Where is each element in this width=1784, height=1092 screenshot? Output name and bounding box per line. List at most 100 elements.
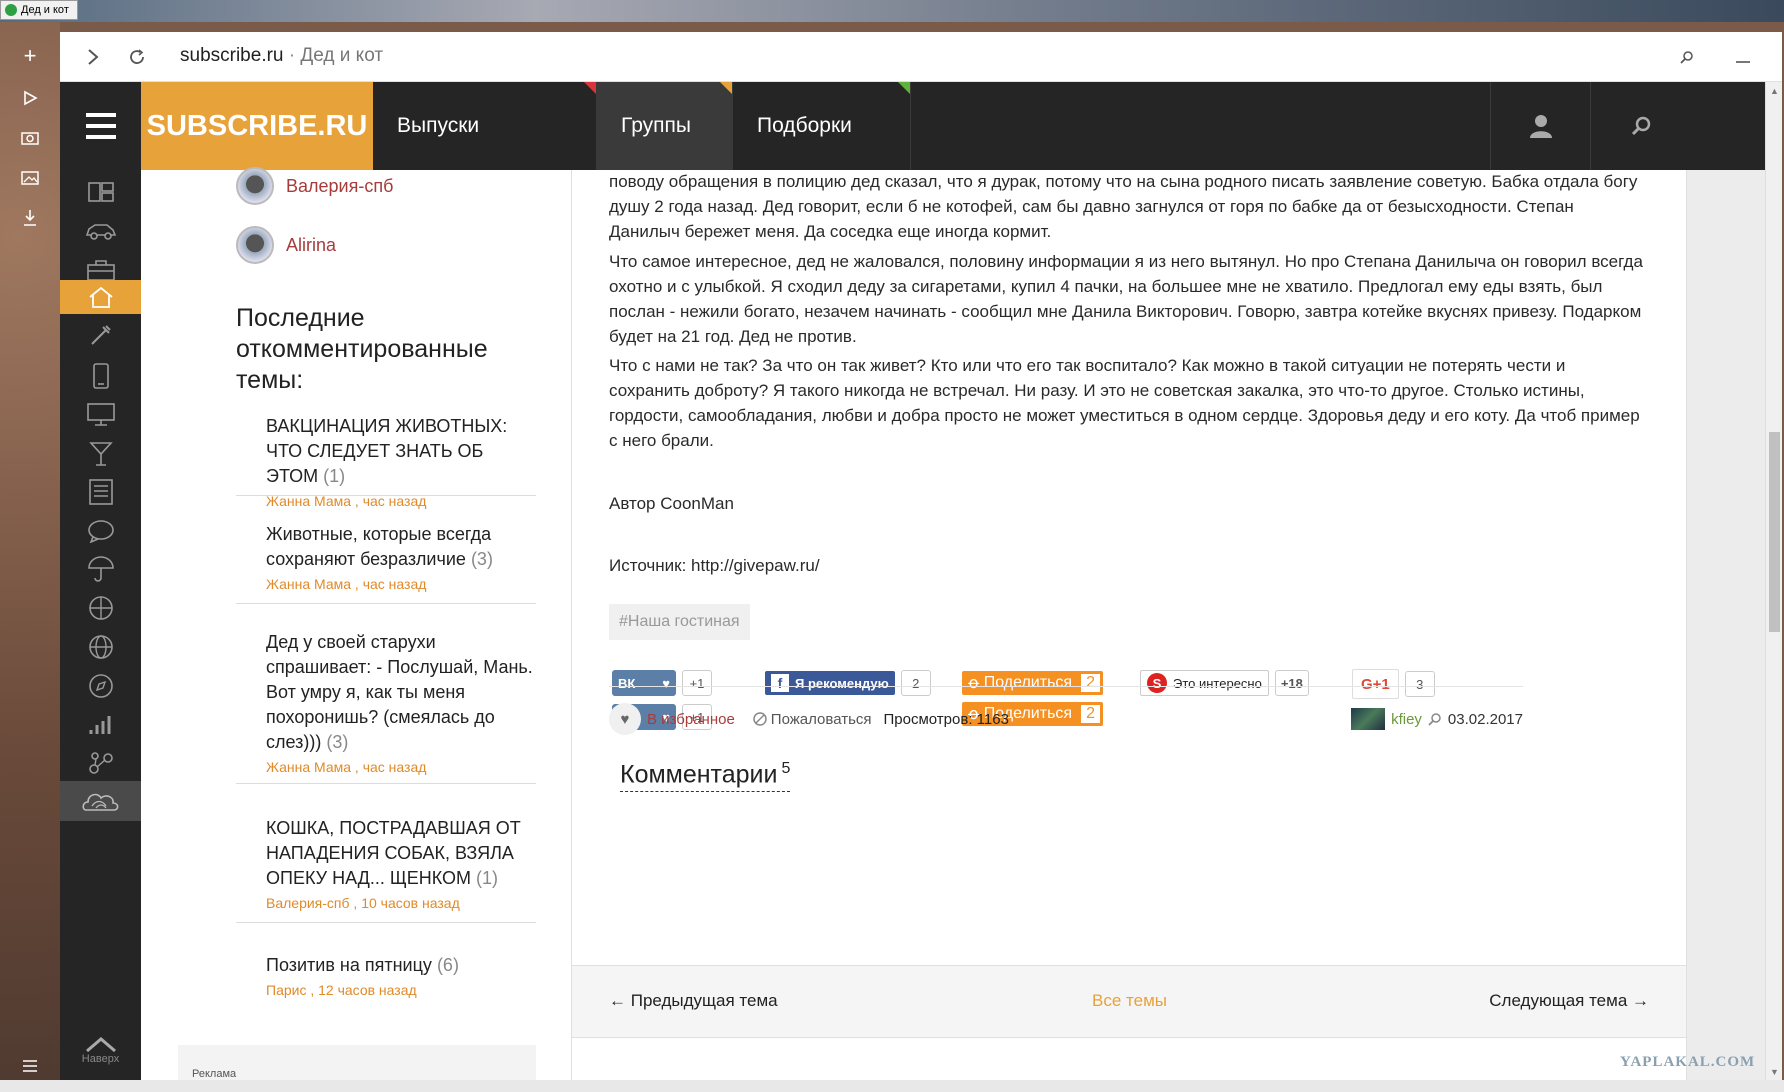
category-molecule-icon[interactable] <box>60 743 141 783</box>
menu-item-label: Выпуски <box>397 114 480 137</box>
zoom-icon[interactable] <box>1672 42 1702 72</box>
ok-share-button[interactable]: ꝋ Поделиться 2 <box>962 671 1103 695</box>
category-cocktail-icon[interactable] <box>60 434 141 474</box>
topic-title[interactable]: Животные, которые всегда сохраняют безра… <box>266 524 491 569</box>
topic-meta[interactable]: Жанна Мама , час назад <box>236 493 536 509</box>
scrollbar-thumb[interactable] <box>1769 432 1780 632</box>
category-home-icon[interactable] <box>60 280 141 314</box>
topic-meta[interactable]: Жанна Мама , час назад <box>236 759 536 775</box>
vk-like-count: +1 <box>682 670 712 696</box>
surfingbird-widget[interactable]: S Это интересно +18 <box>1140 670 1309 696</box>
odnoklassniki-icon: ꝋ <box>968 675 980 692</box>
browser-toolbar: subscribe.ru · Дед и кот <box>60 32 1782 82</box>
topic-title[interactable]: Позитив на пятницу <box>266 955 432 975</box>
category-compass-icon[interactable] <box>60 666 141 706</box>
scroll-up-icon[interactable]: ▲ <box>1769 85 1780 96</box>
category-cloud-icon[interactable] <box>60 781 141 821</box>
topic-navigation: ← Предыдущая тема Все темы Следующая тем… <box>572 965 1686 1038</box>
category-news-icon[interactable] <box>60 472 141 512</box>
topic-comment-count: (1) <box>476 868 499 888</box>
site-logo-text: SUBSCRIBE.RU <box>146 109 368 142</box>
menu-item-vypuski[interactable]: Выпуски <box>373 82 597 170</box>
article-source[interactable]: Источник: http://givepaw.ru/ <box>609 553 1649 578</box>
topic-comment-count: (1) <box>323 466 346 486</box>
category-umbrella-icon[interactable] <box>60 549 141 589</box>
minimize-icon[interactable] <box>1728 42 1758 72</box>
facebook-recommend-widget[interactable]: f Я рекомендую 2 <box>765 670 931 696</box>
article-paragraph: Что самое интересное, дед не жаловался, … <box>609 252 1643 346</box>
vk-like-button[interactable]: ВК ♥ <box>612 670 676 696</box>
menu-icon[interactable] <box>14 1050 46 1082</box>
category-mobile-icon[interactable] <box>60 356 141 396</box>
heart-icon[interactable]: ♥ <box>609 703 641 735</box>
topic-item[interactable]: ВАКЦИНАЦИЯ ЖИВОТНЫХ: ЧТО СЛЕДУЕТ ЗНАТЬ О… <box>236 414 536 509</box>
user-icon[interactable] <box>1490 82 1590 170</box>
forward-icon[interactable] <box>78 42 108 72</box>
category-auto-icon[interactable] <box>60 211 141 251</box>
vertical-scrollbar[interactable]: ▲ ▼ <box>1765 82 1782 1080</box>
next-topic-link[interactable]: Следующая тема → <box>1489 991 1649 1011</box>
to-top-button[interactable]: Наверх <box>60 1022 141 1080</box>
ok-share-count: 2 <box>1080 673 1101 693</box>
section-title: Последние откомментированные темы: <box>236 304 488 394</box>
camera-icon[interactable] <box>14 122 46 154</box>
vk-logo: ВК <box>618 675 636 691</box>
article-actions: ♥ В избранное Пожаловаться Просмотров: 1… <box>609 701 1523 737</box>
topic-meta[interactable]: Жанна Мама , час назад <box>236 576 536 592</box>
ad-label: Реклама <box>192 1068 237 1080</box>
scroll-down-icon[interactable]: ▼ <box>1769 1066 1780 1077</box>
topic-meta[interactable]: Валерия-спб , 10 часов назад <box>236 895 536 911</box>
menu-item-podborki[interactable]: Подборки <box>733 82 911 170</box>
vk-like-widget[interactable]: ВК ♥ +1 <box>612 670 712 696</box>
prev-topic-link[interactable]: ← Предыдущая тема <box>609 991 778 1011</box>
topic-item[interactable]: КОШКА, ПОСТРАДАВШАЯ ОТ НАПАДЕНИЯ СОБАК, … <box>236 816 536 923</box>
author-avatar[interactable] <box>1351 708 1386 730</box>
category-chat-icon[interactable] <box>60 511 141 551</box>
topic-title[interactable]: Дед у своей старухи спрашивает: - Послуш… <box>266 632 533 752</box>
category-stats-icon[interactable] <box>60 704 141 744</box>
hamburger-icon[interactable] <box>60 82 141 170</box>
site-logo[interactable]: SUBSCRIBE.RU <box>141 82 373 170</box>
desktop-wallpaper-bottom <box>0 1080 1784 1092</box>
ok-share-widget[interactable]: ꝋ Поделиться 2 <box>962 671 1103 695</box>
ok-share-label: Поделиться <box>983 674 1073 691</box>
surfingbird-button[interactable]: S Это интересно <box>1140 670 1269 696</box>
address-bar[interactable]: subscribe.ru · Дед и кот <box>180 45 383 67</box>
search-icon[interactable] <box>1590 82 1690 170</box>
topic-item[interactable]: Позитив на пятницу (6) Парис , 12 часов … <box>236 953 536 1013</box>
user-row[interactable]: Alirina <box>236 226 336 264</box>
user-row[interactable]: Валерия-спб <box>236 167 393 205</box>
google-plus-button[interactable]: G+1 <box>1352 669 1399 699</box>
topic-item[interactable]: Животные, которые всегда сохраняют безра… <box>236 522 536 604</box>
google-plus-widget[interactable]: G+1 3 <box>1352 669 1435 699</box>
views-count: Просмотров: 1163 <box>883 710 1009 728</box>
play-icon[interactable] <box>14 82 46 114</box>
avatar <box>236 167 274 205</box>
category-sport-icon[interactable] <box>60 588 141 628</box>
search-icon[interactable] <box>1428 712 1442 726</box>
category-tools-icon[interactable] <box>60 315 141 355</box>
new-tab-icon[interactable]: + <box>14 40 46 72</box>
favorite-link[interactable]: В избранное <box>647 711 735 728</box>
download-icon[interactable] <box>14 202 46 234</box>
complain-link[interactable]: Пожаловаться <box>753 711 872 728</box>
topic-item[interactable]: Дед у своей старухи спрашивает: - Послуш… <box>236 630 536 784</box>
surfingbird-label: Это интересно <box>1173 675 1262 691</box>
category-computer-icon[interactable] <box>60 395 141 435</box>
comments-heading[interactable]: Комментарии 5 <box>620 760 791 793</box>
comments-count: 5 <box>781 760 791 777</box>
topic-meta[interactable]: Парис , 12 часов назад <box>236 982 536 998</box>
author-name[interactable]: kfiey <box>1391 711 1422 728</box>
category-dashboard-icon[interactable] <box>60 172 141 212</box>
user-name: Валерия-спб <box>286 175 394 196</box>
gallery-icon[interactable] <box>14 162 46 194</box>
menu-item-gruppy[interactable]: Группы <box>597 82 733 170</box>
topic-title[interactable]: ВАКЦИНАЦИЯ ЖИВОТНЫХ: ЧТО СЛЕДУЕТ ЗНАТЬ О… <box>266 416 507 486</box>
hashtag-tag[interactable]: #Наша гостиная <box>609 604 750 640</box>
category-globe-icon[interactable] <box>60 627 141 667</box>
browser-side-rail: + <box>0 22 60 1092</box>
all-topics-link[interactable]: Все темы <box>1092 991 1167 1011</box>
facebook-recommend-button[interactable]: f Я рекомендую <box>765 671 895 695</box>
address-domain: subscribe.ru <box>180 45 284 66</box>
reload-icon[interactable] <box>122 42 152 72</box>
